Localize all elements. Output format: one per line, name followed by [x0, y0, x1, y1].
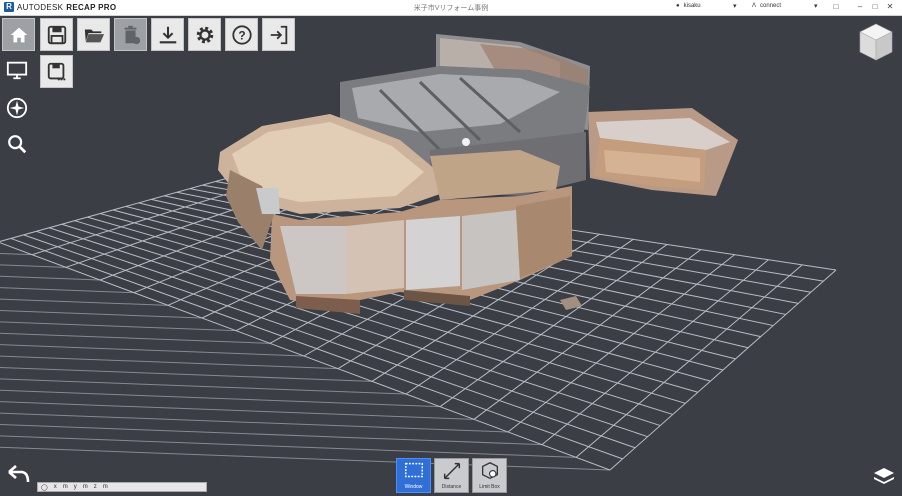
distance-icon [443, 462, 460, 480]
display-settings-button[interactable] [5, 58, 29, 82]
save-icon [47, 25, 66, 44]
coordinate-status-bar: ◯ x m y m z m [37, 482, 207, 492]
search-button[interactable] [5, 132, 29, 156]
pivot-icon: ◯ [41, 484, 48, 491]
import-button[interactable] [151, 18, 184, 51]
coord-y-unit: m [82, 484, 88, 490]
coord-x-label: x [53, 484, 57, 490]
measure-toolbar: Window Distance Limit Box [396, 458, 507, 493]
save-as-button[interactable] [40, 55, 73, 88]
coord-x-unit: m [62, 484, 68, 490]
download-icon [159, 26, 176, 43]
coord-z-label: z [93, 484, 97, 490]
search-icon [8, 135, 27, 154]
limit-box-label: Limit Box [479, 484, 500, 490]
save-as-icon [47, 62, 65, 80]
window-select-label: Window [404, 484, 423, 490]
navigation-button[interactable] [5, 96, 29, 120]
save-button[interactable] [40, 18, 73, 51]
help-button[interactable]: ? [225, 18, 258, 51]
trash-icon [124, 25, 140, 44]
help-icon: ? [231, 24, 252, 45]
exit-button[interactable] [262, 18, 295, 51]
distance-button[interactable]: Distance [434, 458, 469, 493]
limit-box-button[interactable]: Limit Box [472, 458, 507, 493]
view-cube-icon[interactable] [858, 22, 894, 62]
home-icon [10, 27, 27, 42]
coord-y-label: y [73, 484, 77, 490]
monitor-icon [6, 61, 28, 80]
limit-box-icon [481, 462, 498, 480]
folder-open-icon [84, 29, 104, 42]
distance-label: Distance [441, 484, 462, 490]
exit-icon [270, 25, 287, 44]
back-arrow-icon[interactable] [6, 464, 30, 486]
svg-text:?: ? [238, 28, 245, 42]
open-button[interactable] [77, 18, 110, 51]
layers-icon[interactable] [872, 466, 896, 486]
delete-button[interactable] [114, 18, 147, 51]
gear-icon [196, 26, 213, 43]
settings-button[interactable] [188, 18, 221, 51]
home-button[interactable] [2, 18, 35, 51]
window-select-button[interactable]: Window [396, 458, 431, 493]
viewport[interactable] [0, 0, 902, 496]
window-select-icon [404, 462, 423, 478]
coord-z-unit: m [102, 484, 108, 490]
compass-icon [6, 97, 28, 119]
